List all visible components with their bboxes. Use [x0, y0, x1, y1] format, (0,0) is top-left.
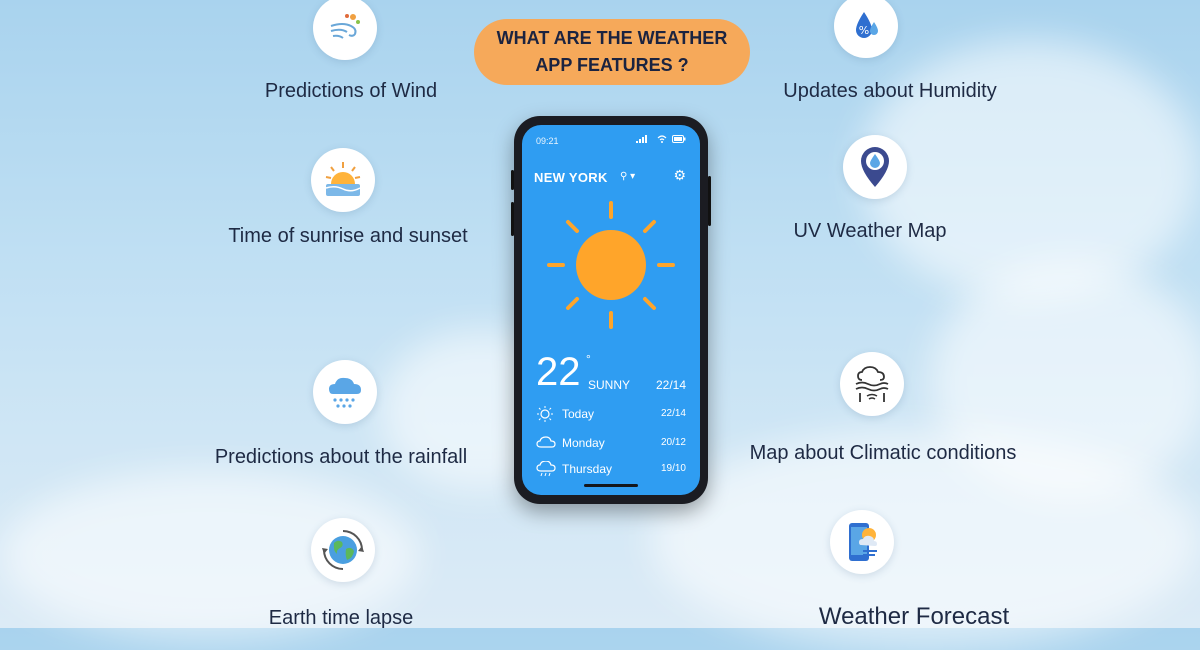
- forecast-day: Thursday: [562, 462, 613, 476]
- status-time: 09:21: [536, 136, 559, 146]
- feature-label-humidity: Updates about Humidity: [783, 80, 997, 102]
- status-icons: [636, 135, 686, 143]
- feature-label-earth: Earth time lapse: [268, 607, 414, 629]
- home-indicator[interactable]: [584, 484, 638, 487]
- earth-icon: [311, 518, 375, 582]
- phone-side-button: [708, 176, 711, 226]
- battery-icon: [672, 135, 686, 143]
- title-line-2: APP FEATURES ?: [535, 55, 689, 75]
- gear-icon[interactable]: ⚙: [673, 167, 686, 184]
- feature-label-uv: UV Weather Map: [793, 220, 947, 242]
- wifi-icon: [657, 135, 667, 143]
- feature-label-forecast: Weather Forecast: [818, 603, 1010, 630]
- climate-icon: [840, 352, 904, 416]
- title-line-1: WHAT ARE THE WEATHER: [496, 28, 728, 48]
- degree-symbol: °: [586, 352, 591, 366]
- phone-forecast-icon: [830, 510, 894, 574]
- phone-side-button: [511, 202, 514, 236]
- forecast-value: 22/14: [660, 408, 686, 419]
- forecast-day: Monday: [562, 436, 605, 450]
- current-condition: SUNNY: [588, 378, 631, 392]
- forecast-value: 19/10: [660, 463, 686, 474]
- feature-label-sunrise: Time of sunrise and sunset: [228, 225, 468, 247]
- sun-graphic: [547, 201, 675, 329]
- forecast-value: 20/12: [660, 437, 686, 448]
- city-name[interactable]: NEW YORK: [534, 170, 608, 185]
- current-temperature: 22: [536, 350, 581, 394]
- background-cloud: [860, 40, 1200, 300]
- current-hilo: 22/14: [655, 378, 686, 392]
- phone-mockup: 09:21 NEW YORK ⚲ ▾ ⚙ 22 ° SUNNY 22/14 To…: [511, 116, 711, 504]
- forecast-day: Today: [562, 407, 595, 421]
- wind-icon: [313, 0, 377, 60]
- rain-cloud-icon: [313, 360, 377, 424]
- signal-icon: [636, 135, 647, 143]
- humidity-icon: %: [834, 0, 898, 58]
- sunrise-icon: [311, 148, 375, 212]
- location-chevron-icon[interactable]: ⚲ ▾: [620, 171, 635, 182]
- map-pin-icon: [843, 135, 907, 199]
- phone-screen: 09:21 NEW YORK ⚲ ▾ ⚙ 22 ° SUNNY 22/14 To…: [522, 125, 700, 495]
- feature-label-climatic: Map about Climatic conditions: [749, 442, 1017, 464]
- rain-cloud-icon: [536, 461, 556, 477]
- feature-label-wind: Predictions of Wind: [264, 80, 438, 102]
- feature-label-rainfall: Predictions about the rainfall: [214, 446, 468, 468]
- phone-side-button: [511, 170, 514, 190]
- sun-icon: [537, 406, 553, 422]
- cloud-icon: [536, 436, 556, 448]
- svg-text:%: %: [859, 24, 869, 37]
- title-badge: WHAT ARE THE WEATHER APP FEATURES ?: [474, 19, 750, 85]
